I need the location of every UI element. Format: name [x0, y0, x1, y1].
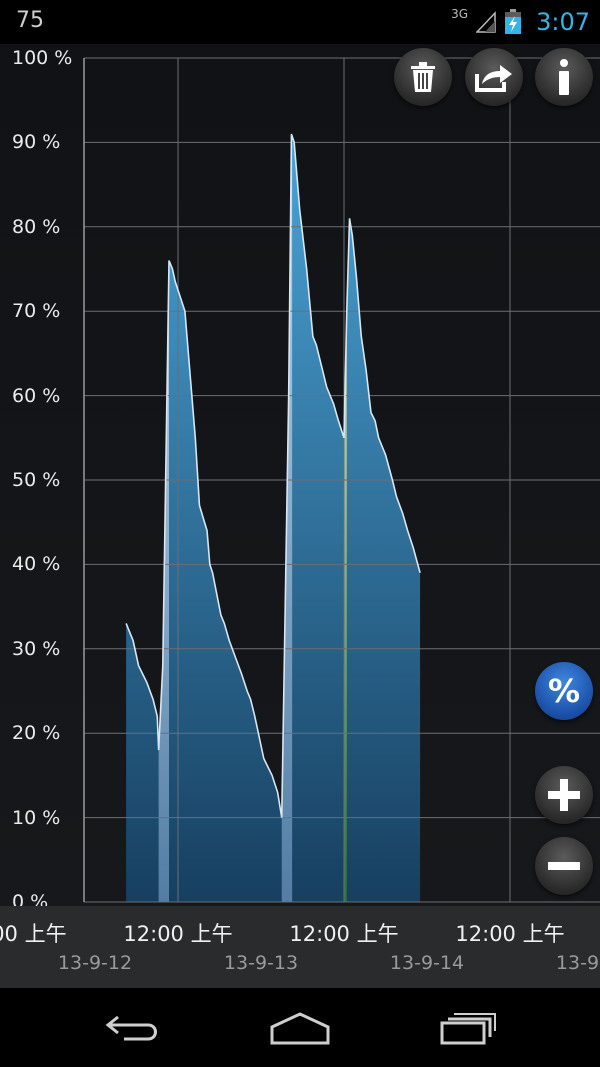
zoom-out-button[interactable]	[535, 837, 593, 895]
trash-icon	[411, 62, 435, 92]
battery-level-chart[interactable]	[0, 44, 600, 906]
battery-charging-icon	[505, 9, 522, 34]
info-icon	[559, 59, 569, 95]
minus-icon	[548, 862, 580, 870]
x-tick-date-label: 13-9-14	[389, 952, 465, 974]
signal-icon	[476, 11, 496, 33]
y-tick-label: 100 %	[12, 47, 73, 69]
back-icon	[105, 1015, 157, 1041]
y-tick-label: 30 %	[12, 637, 61, 660]
info-button[interactable]	[535, 48, 593, 106]
y-tick-label: 40 %	[12, 553, 61, 576]
x-tick-time-label: 12:00 上午	[455, 922, 565, 946]
y-tick-label: 80 %	[12, 215, 61, 238]
plus-icon	[548, 779, 580, 811]
share-icon	[475, 65, 512, 92]
delete-button[interactable]	[394, 48, 452, 106]
recent-apps-icon	[440, 1013, 496, 1045]
status-clock: 3:07	[536, 8, 590, 36]
y-tick-label: 50 %	[12, 469, 61, 491]
home-button[interactable]	[265, 1006, 335, 1050]
x-tick-time-label: 12:00 上午	[289, 922, 399, 946]
notification-count: 75	[16, 8, 44, 33]
y-tick-label: 90 %	[12, 131, 61, 154]
home-icon	[270, 1012, 330, 1045]
battery-chart[interactable]: 0 % 10 % 20 % 30 % 40 % 50 % 60 % 70 % 80 % 90 % 1…	[0, 44, 600, 913]
y-tick-label: 20 %	[12, 722, 61, 745]
y-tick-label: 60 %	[12, 384, 61, 407]
battery-area-fill	[126, 133, 421, 903]
x-tick-time-label: 12:00 上午	[123, 922, 233, 946]
x-tick-date-label: 13-9-13	[223, 952, 299, 974]
status-icons: 3G 3:07	[451, 4, 590, 40]
percent-label: %	[547, 672, 581, 710]
x-axis: 12:00 上午 13-9-12 12:00 上午 13-9-13 12:00 上午 13…	[0, 906, 600, 988]
x-tick-date-label: 13-9-15	[555, 952, 600, 974]
network-type-label: 3G	[451, 7, 469, 21]
status-bar: 75 3G 3:07	[0, 0, 600, 44]
back-button[interactable]	[98, 1006, 168, 1050]
recent-apps-button[interactable]	[433, 1006, 503, 1050]
y-tick-label: 10 %	[12, 806, 61, 829]
x-tick-date-label: 13-9-12	[57, 952, 133, 974]
navigation-bar	[0, 988, 600, 1067]
share-button[interactable]	[465, 48, 523, 106]
y-tick-label: 70 %	[12, 300, 61, 323]
percent-toggle-button[interactable]: %	[535, 662, 593, 720]
zoom-in-button[interactable]	[535, 766, 593, 824]
x-tick-time-label: 12:00 上午	[0, 922, 67, 946]
